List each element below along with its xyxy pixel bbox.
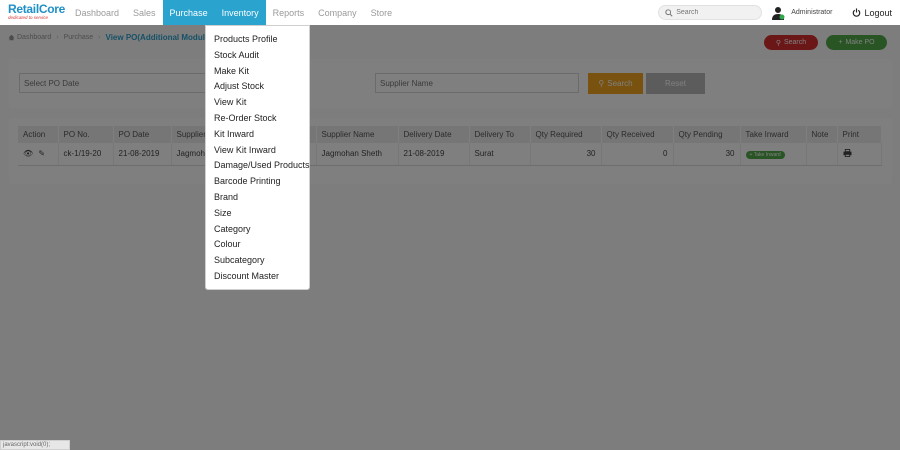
user-avatar-icon [772, 6, 785, 20]
nav-item-reports[interactable]: Reports [266, 0, 312, 25]
nav-item-company[interactable]: Company [311, 0, 364, 25]
user-name: Administrator [791, 9, 833, 16]
nav-item-dashboard[interactable]: Dashboard [68, 0, 126, 25]
nav-item-store[interactable]: Store [364, 0, 400, 25]
menu-item-size[interactable]: Size [206, 206, 309, 222]
dim-overlay[interactable] [0, 25, 900, 450]
search-icon [665, 8, 673, 17]
top-navbar: RetailCore dedicated to service Dashboar… [0, 0, 900, 25]
logout-label: Logout [864, 7, 892, 18]
menu-item-adjust-stock[interactable]: Adjust Stock [206, 79, 309, 95]
nav-item-sales[interactable]: Sales [126, 0, 163, 25]
search-input[interactable] [676, 9, 757, 16]
inventory-dropdown: Products Profile Stock Audit Make Kit Ad… [205, 25, 310, 290]
menu-item-kit-inward[interactable]: Kit Inward [206, 127, 309, 143]
menu-item-subcategory[interactable]: Subcategory [206, 253, 309, 269]
brand-name: RetailCore [8, 2, 66, 16]
menu-item-category[interactable]: Category [206, 222, 309, 238]
browser-status-bar: javascript:void(0); [0, 440, 70, 450]
menu-item-view-kit[interactable]: View Kit [206, 95, 309, 111]
power-icon [853, 8, 861, 17]
menu-item-make-kit[interactable]: Make Kit [206, 64, 309, 80]
nav-search[interactable] [658, 5, 763, 20]
menu-item-products-profile[interactable]: Products Profile [206, 32, 309, 48]
menu-item-stock-audit[interactable]: Stock Audit [206, 48, 309, 64]
main-nav: Dashboard Sales Purchase Inventory Repor… [68, 0, 399, 25]
logout-button[interactable]: Logout [852, 8, 892, 18]
menu-item-reorder-stock[interactable]: Re-Order Stock [206, 111, 309, 127]
menu-item-brand[interactable]: Brand [206, 190, 309, 206]
menu-item-colour[interactable]: Colour [206, 237, 309, 253]
nav-right: Administrator Logout [658, 0, 900, 25]
menu-item-view-kit-inward[interactable]: View Kit Inward [206, 143, 309, 159]
nav-item-inventory[interactable]: Inventory [214, 0, 266, 25]
brand-logo[interactable]: RetailCore dedicated to service [0, 0, 68, 25]
nav-item-purchase[interactable]: Purchase [162, 0, 215, 25]
menu-item-discount-master[interactable]: Discount Master [206, 269, 309, 285]
menu-item-barcode-printing[interactable]: Barcode Printing [206, 174, 309, 190]
user-menu[interactable]: Administrator [771, 6, 832, 20]
menu-item-damage-used-products[interactable]: Damage/Used Products [206, 158, 310, 174]
